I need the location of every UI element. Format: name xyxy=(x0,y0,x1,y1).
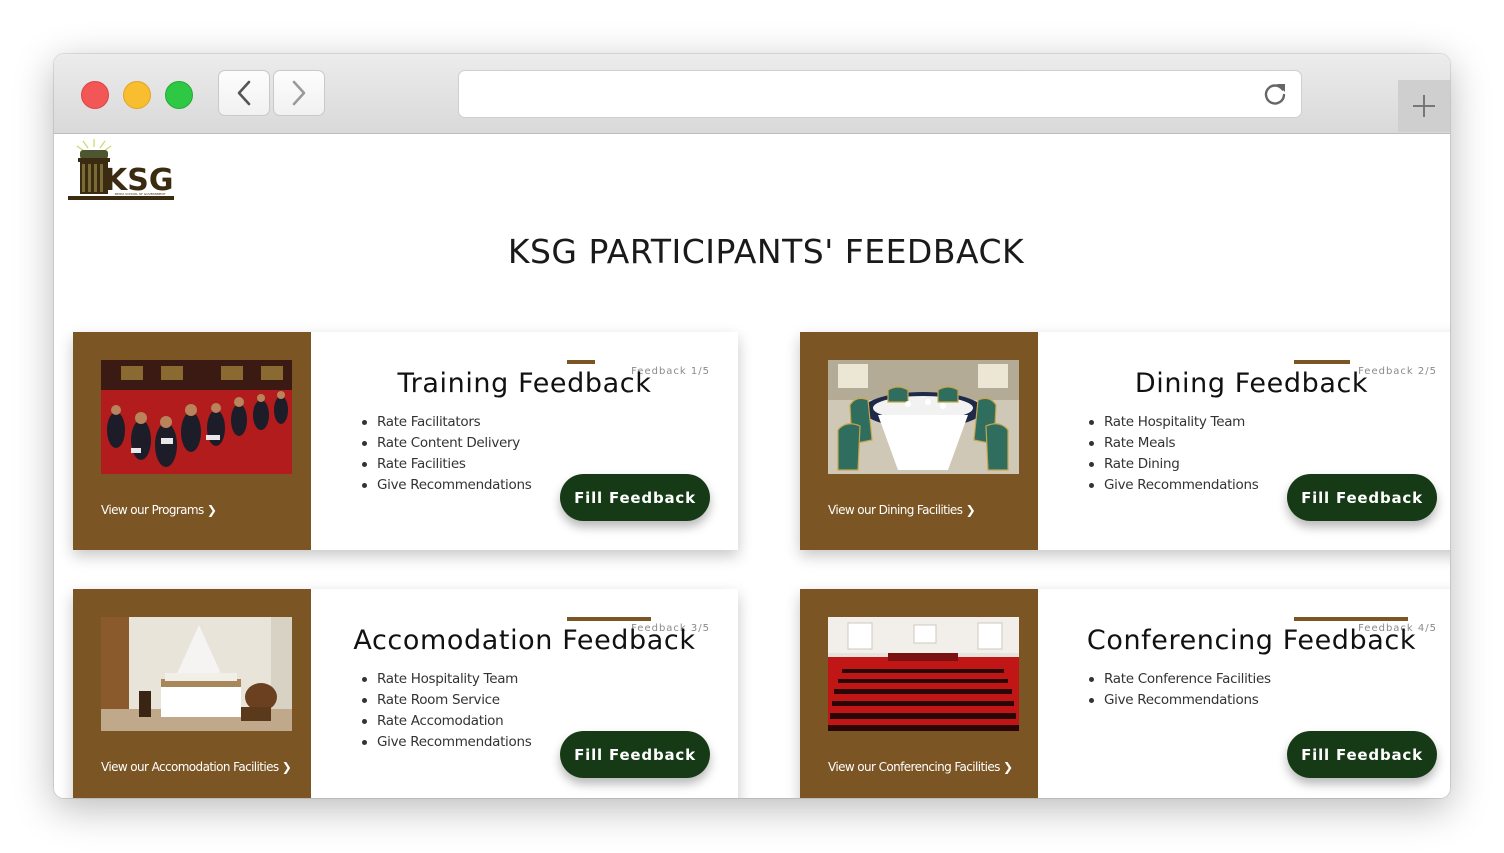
list-item: Rate Content Delivery xyxy=(361,433,531,454)
ksg-logo[interactable]: KSG KENYA SCHOOL OF GOVERNMENT xyxy=(68,138,178,206)
accent-bar xyxy=(1294,617,1408,621)
dining-table-photo xyxy=(828,360,1019,474)
new-tab-button[interactable] xyxy=(1398,80,1450,132)
feedback-items-list: Rate Conference Facilities Give Recommen… xyxy=(1089,669,1271,711)
card-title: Accomodation Feedback xyxy=(353,625,696,656)
list-item: Rate Accomodation xyxy=(361,711,531,732)
card-image-panel: View our Accomodation Facilities ❯ xyxy=(73,589,311,798)
reload-icon[interactable] xyxy=(1261,80,1289,108)
list-item: Rate Facilitators xyxy=(361,412,531,433)
list-item: Give Recommendations xyxy=(361,475,532,496)
fill-accomodation-feedback-button[interactable]: Fill Feedback xyxy=(560,731,710,778)
address-bar[interactable] xyxy=(458,70,1302,118)
dining-feedback-card: View our Dining Facilities ❯ Feedback 2/… xyxy=(800,332,1450,550)
list-item: Give Recommendations xyxy=(1088,475,1259,496)
fill-dining-feedback-button[interactable]: Fill Feedback xyxy=(1287,474,1437,521)
view-conferencing-facilities-link[interactable]: View our Conferencing Facilities ❯ xyxy=(828,760,1013,774)
card-image-panel: View our Dining Facilities ❯ xyxy=(800,332,1038,550)
card-body: Feedback 2/5 Dining Feedback Rate Hospit… xyxy=(1038,332,1450,550)
list-item: Give Recommendations xyxy=(1089,690,1271,711)
view-accomodation-facilities-link[interactable]: View our Accomodation Facilities ❯ xyxy=(101,760,292,774)
list-item: Rate Hospitality Team xyxy=(361,669,531,690)
chevron-right-icon: ❯ xyxy=(1003,760,1013,774)
card-title: Dining Feedback xyxy=(1134,368,1369,399)
chevron-right-icon: ❯ xyxy=(206,503,217,517)
browser-toolbar xyxy=(54,54,1450,134)
browser-window: KSG KENYA SCHOOL OF GOVERNMENT KSG PARTI… xyxy=(54,54,1450,798)
conference-hall-photo xyxy=(828,617,1019,731)
list-item: Rate Hospitality Team xyxy=(1088,412,1258,433)
chevron-right-icon xyxy=(292,80,306,106)
feedback-items-list: Rate Hospitality Team Rate Meals Rate Di… xyxy=(1088,412,1259,496)
fill-training-feedback-button[interactable]: Fill Feedback xyxy=(560,474,710,521)
chevron-right-icon: ❯ xyxy=(965,503,976,517)
card-title: Conferencing Feedback xyxy=(1086,625,1417,656)
minimize-window-button[interactable] xyxy=(123,81,151,109)
accent-bar xyxy=(1294,360,1350,364)
logo-subtext: KENYA SCHOOL OF GOVERNMENT xyxy=(115,192,166,196)
view-programs-link[interactable]: View our Programs ❯ xyxy=(101,503,217,517)
feedback-items-list: Rate Hospitality Team Rate Room Service … xyxy=(361,669,532,753)
lecture-hall-photo xyxy=(101,360,292,474)
list-item: Rate Conference Facilities xyxy=(1089,669,1271,690)
card-title: Training Feedback xyxy=(397,368,652,399)
accent-bar xyxy=(567,617,651,621)
chevron-left-icon xyxy=(237,80,251,106)
feedback-items-list: Rate Facilitators Rate Content Delivery … xyxy=(361,412,532,496)
list-item: Rate Facilities xyxy=(361,454,531,475)
close-window-button[interactable] xyxy=(81,81,109,109)
card-image-panel: View our Conferencing Facilities ❯ xyxy=(800,589,1038,798)
accent-bar xyxy=(567,360,595,364)
conferencing-feedback-card: View our Conferencing Facilities ❯ Feedb… xyxy=(800,589,1450,798)
card-body: Feedback 3/5 Accomodation Feedback Rate … xyxy=(311,589,738,798)
page-title: KSG PARTICIPANTS' FEEDBACK xyxy=(507,232,1025,271)
card-body: Feedback 4/5 Conferencing Feedback Rate … xyxy=(1038,589,1450,798)
training-feedback-card: View our Programs ❯ Feedback 1/5 Trainin… xyxy=(73,332,738,550)
accomodation-feedback-card: View our Accomodation Facilities ❯ Feedb… xyxy=(73,589,738,798)
chevron-right-icon: ❯ xyxy=(281,760,292,774)
maximize-window-button[interactable] xyxy=(165,81,193,109)
list-item: Rate Dining xyxy=(1088,454,1258,475)
bedroom-photo xyxy=(101,617,292,731)
fill-conferencing-feedback-button[interactable]: Fill Feedback xyxy=(1287,731,1437,778)
list-item: Rate Meals xyxy=(1088,433,1258,454)
list-item: Give Recommendations xyxy=(361,732,532,753)
back-button[interactable] xyxy=(218,70,270,116)
card-image-panel: View our Programs ❯ xyxy=(73,332,311,550)
view-dining-facilities-link[interactable]: View our Dining Facilities ❯ xyxy=(828,503,976,517)
plus-icon xyxy=(1413,95,1435,117)
card-body: Feedback 1/5 Training Feedback Rate Faci… xyxy=(311,332,738,550)
list-item: Rate Room Service xyxy=(361,690,531,711)
page-content: KSG KENYA SCHOOL OF GOVERNMENT KSG PARTI… xyxy=(54,134,1450,798)
forward-button[interactable] xyxy=(273,70,325,116)
